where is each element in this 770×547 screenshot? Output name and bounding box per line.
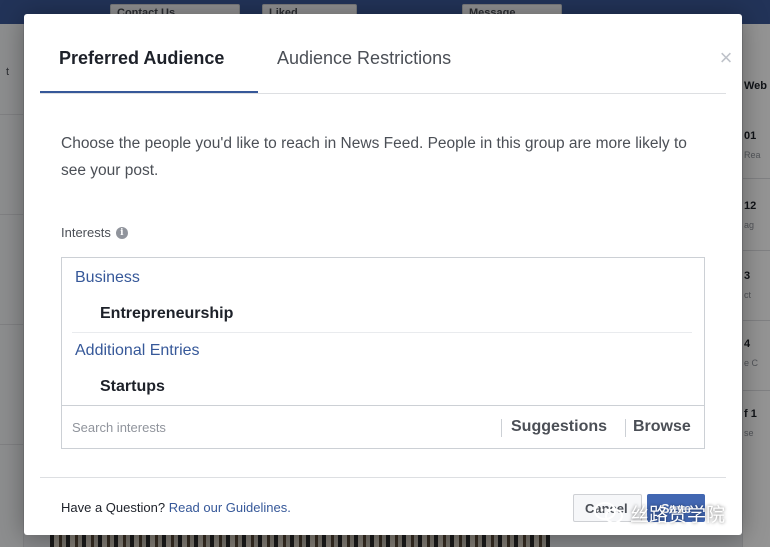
separator — [625, 419, 626, 437]
wechat-logo-icon — [594, 502, 623, 524]
interests-box: Business Entrepreneurship Additional Ent… — [61, 257, 705, 449]
guidelines-link[interactable]: Read our Guidelines. — [169, 500, 291, 515]
watermark-text: 丝路赞学院 — [630, 503, 726, 526]
help-question: Have a Question? — [61, 500, 166, 515]
footer-help: Have a Question? Read our Guidelines. — [61, 500, 291, 515]
tab-audience-restrictions[interactable]: Audience Restrictions — [277, 48, 451, 69]
dialog-tabs: Preferred Audience Audience Restrictions… — [40, 14, 732, 94]
category-business[interactable]: Business — [75, 269, 140, 287]
tab-preferred-audience[interactable]: Preferred Audience — [59, 48, 224, 69]
tabs-divider — [40, 93, 726, 94]
interests-divider — [72, 332, 692, 333]
audience-description: Choose the people you'd like to reach in… — [61, 135, 687, 179]
audience-dialog: Preferred Audience Audience Restrictions… — [24, 14, 742, 535]
suggestions-button[interactable]: Suggestions — [511, 418, 607, 436]
category-additional-entries[interactable]: Additional Entries — [75, 342, 200, 360]
interests-label-row: Interests i — [61, 225, 128, 240]
interests-label: Interests — [61, 225, 111, 240]
interests-search-row: Suggestions Browse — [62, 405, 704, 448]
interest-item-entrepreneurship[interactable]: Entrepreneurship — [100, 305, 233, 323]
separator — [501, 419, 502, 437]
watermark: 丝路赞学院 — [594, 495, 725, 531]
search-interests-input[interactable] — [72, 416, 492, 438]
info-icon[interactable]: i — [115, 226, 128, 239]
close-icon[interactable]: × — [716, 47, 736, 69]
footer-divider — [40, 477, 726, 478]
browse-button[interactable]: Browse — [633, 418, 691, 436]
interest-item-startups[interactable]: Startups — [100, 378, 165, 396]
